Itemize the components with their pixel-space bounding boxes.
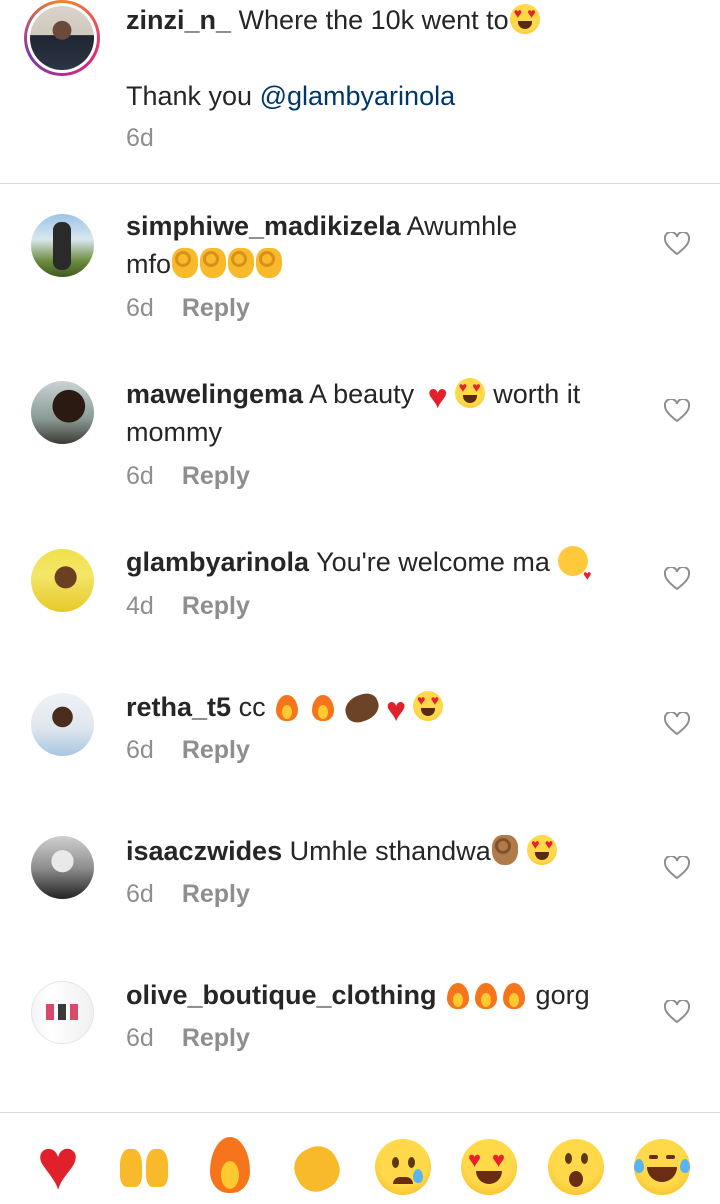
- heart-eyes-face-reaction-icon[interactable]: ♥ ♥: [459, 1135, 519, 1195]
- caption-mention[interactable]: @glambyarinola: [260, 81, 456, 111]
- fire-icon: [501, 979, 527, 1009]
- avatar[interactable]: [31, 693, 94, 756]
- comment-body: gorg: [535, 980, 590, 1010]
- comment-item: mawelingema A beauty ♥ worth it mommy 6d…: [0, 354, 720, 522]
- avatar[interactable]: [31, 381, 94, 444]
- fire-icon: [445, 979, 471, 1009]
- like-heart-icon[interactable]: [664, 1000, 690, 1024]
- kissing-face-icon: [558, 546, 591, 594]
- pinched-fingers-icon: [341, 689, 383, 727]
- raising-hands-reaction-icon[interactable]: [114, 1135, 174, 1195]
- comment-body-after: worth it: [493, 379, 581, 409]
- avatar[interactable]: [31, 214, 94, 277]
- comment-username[interactable]: retha_t5: [126, 692, 231, 722]
- comment-meta: 6d Reply: [126, 736, 250, 765]
- comment-item: simphiwe_madikizela Awumhle mfo 6d Reply: [0, 184, 720, 354]
- heart-eyes-icon: [413, 691, 444, 721]
- comment-text: mawelingema A beauty ♥ worth it mommy: [126, 375, 626, 451]
- clapping-hands-reaction-icon[interactable]: [287, 1135, 347, 1199]
- comment-body: You're welcome ma: [316, 547, 550, 577]
- avatar[interactable]: [31, 981, 94, 1044]
- caption-thanks-line: Thank you @glambyarinola: [126, 78, 455, 114]
- quick-reaction-bar: ♥ ♥ ♥: [0, 1113, 720, 1204]
- comment-meta: 4d Reply: [126, 592, 250, 621]
- tears-of-joy-face-reaction-icon[interactable]: [632, 1135, 692, 1195]
- red-heart-icon: ♥: [427, 378, 448, 416]
- comment-time: 4d: [126, 592, 154, 620]
- comment-time: 6d: [126, 462, 154, 490]
- caption-username[interactable]: zinzi_n_: [126, 5, 231, 35]
- comment-item: glambyarinola You're welcome ma 4d Reply: [0, 522, 720, 672]
- comment-time: 6d: [126, 294, 154, 322]
- comment-username[interactable]: simphiwe_madikizela: [126, 211, 401, 241]
- like-heart-icon[interactable]: [664, 712, 690, 736]
- comment-body-cont: mommy: [126, 417, 222, 447]
- heart-eyes-icon: [509, 4, 540, 34]
- caption-time: 6d: [126, 124, 154, 152]
- reply-button[interactable]: Reply: [182, 294, 250, 322]
- comment-text: simphiwe_madikizela Awumhle mfo: [126, 207, 626, 283]
- ok-hand-icon: [228, 248, 255, 278]
- fire-icon: [473, 979, 499, 1009]
- ok-hand-icon: [491, 835, 518, 865]
- comment-text: retha_t5 cc ♥: [126, 688, 626, 729]
- comment-time: 6d: [126, 1024, 154, 1052]
- reply-button[interactable]: Reply: [182, 880, 250, 908]
- comment-text: olive_boutique_clothing gorg: [126, 976, 626, 1014]
- like-heart-icon[interactable]: [664, 232, 690, 256]
- like-heart-icon[interactable]: [664, 399, 690, 423]
- red-heart-icon: ♥: [386, 691, 407, 729]
- comment-item: retha_t5 cc ♥ 6d Reply: [0, 672, 720, 816]
- reply-button[interactable]: Reply: [182, 1024, 250, 1052]
- heart-eyes-icon: [527, 835, 558, 865]
- ok-hand-icon: [172, 248, 199, 278]
- comment-body: Awumhle: [406, 211, 518, 241]
- fire-reaction-icon[interactable]: [200, 1135, 260, 1195]
- caption-avatar[interactable]: [24, 0, 100, 76]
- comment-meta: 6d Reply: [126, 294, 250, 323]
- reply-button[interactable]: Reply: [182, 592, 250, 620]
- heart-eyes-icon: [454, 378, 485, 408]
- reply-button[interactable]: Reply: [182, 462, 250, 490]
- comment-body: Umhle sthandwa: [289, 836, 491, 866]
- caption-text: Where the 10k went to: [238, 5, 509, 35]
- like-heart-icon[interactable]: [664, 567, 690, 591]
- comment-item: isaaczwides Umhle sthandwa 6d Reply: [0, 816, 720, 960]
- fire-icon: [274, 691, 300, 721]
- comment-body: cc: [238, 692, 266, 722]
- ok-hand-icon: [256, 248, 283, 278]
- comment-meta: 6d Reply: [126, 880, 250, 909]
- comment-meta: 6d Reply: [126, 1024, 250, 1053]
- post-caption: zinzi_n_ Where the 10k went to Thank you…: [0, 0, 720, 184]
- comment-time: 6d: [126, 880, 154, 908]
- surprised-face-reaction-icon[interactable]: [546, 1135, 606, 1195]
- avatar[interactable]: [31, 836, 94, 899]
- comment-username[interactable]: glambyarinola: [126, 547, 309, 577]
- comment-username[interactable]: mawelingema: [126, 379, 303, 409]
- comment-body-cont: mfo: [126, 249, 172, 279]
- comment-username[interactable]: isaaczwides: [126, 836, 282, 866]
- comment-username[interactable]: olive_boutique_clothing: [126, 980, 437, 1010]
- avatar[interactable]: [31, 549, 94, 612]
- comment-text: glambyarinola You're welcome ma: [126, 543, 626, 594]
- reply-button[interactable]: Reply: [182, 736, 250, 764]
- fire-icon: [310, 691, 336, 721]
- caption-line: zinzi_n_ Where the 10k went to: [126, 2, 541, 38]
- comment-item: olive_boutique_clothing gorg 6d Reply: [0, 960, 720, 1110]
- comment-body: A beauty: [309, 379, 415, 409]
- caption-thanks: Thank you: [126, 81, 253, 111]
- comment-time: 6d: [126, 736, 154, 764]
- comment-meta: 6d Reply: [126, 462, 250, 491]
- sad-tear-face-reaction-icon[interactable]: [373, 1135, 433, 1195]
- like-heart-icon[interactable]: [664, 856, 690, 880]
- red-heart-reaction-icon[interactable]: ♥: [28, 1129, 88, 1201]
- ok-hand-icon: [200, 248, 227, 278]
- comment-text: isaaczwides Umhle sthandwa: [126, 832, 626, 870]
